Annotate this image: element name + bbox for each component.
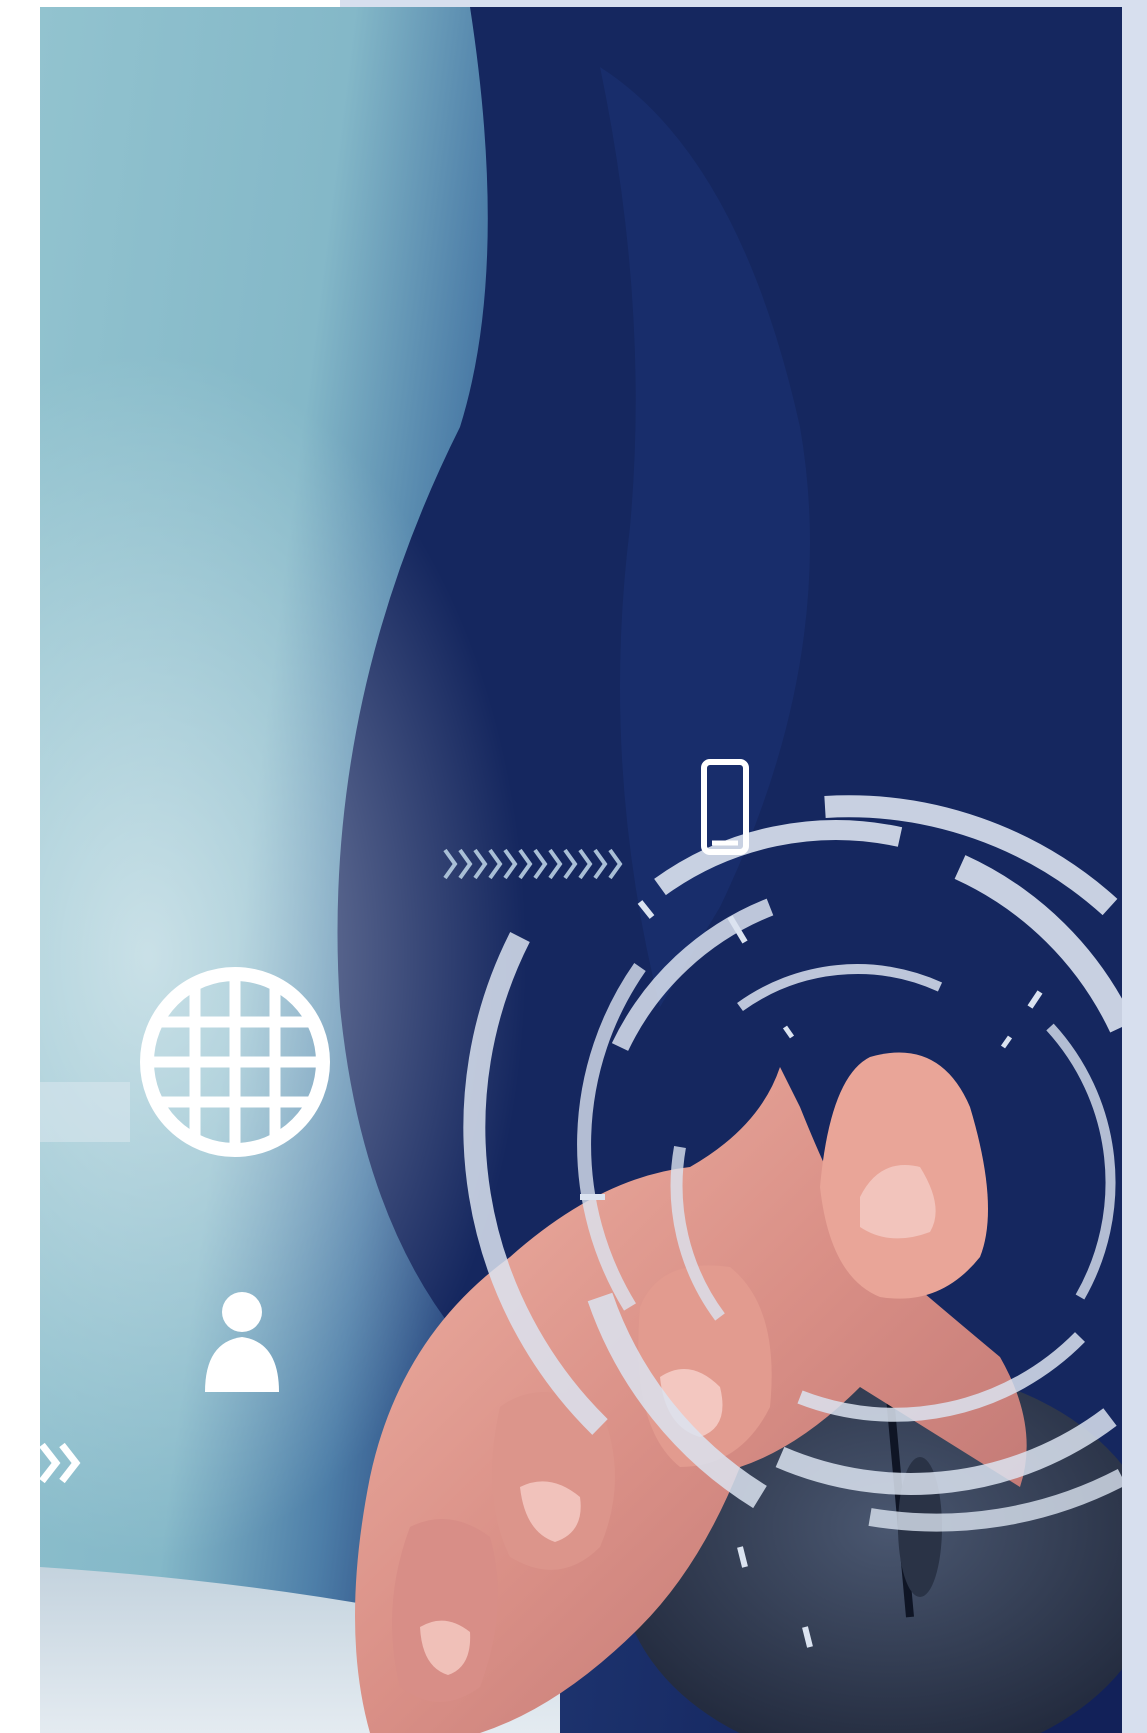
light-streak <box>40 1082 130 1142</box>
image-frame <box>0 0 1147 1733</box>
photo-illustration <box>40 7 1122 1733</box>
hero-photo <box>40 7 1122 1733</box>
top-border <box>0 0 340 7</box>
globe-icon <box>140 967 330 1157</box>
left-border <box>0 0 40 1733</box>
thumb <box>392 1519 498 1702</box>
